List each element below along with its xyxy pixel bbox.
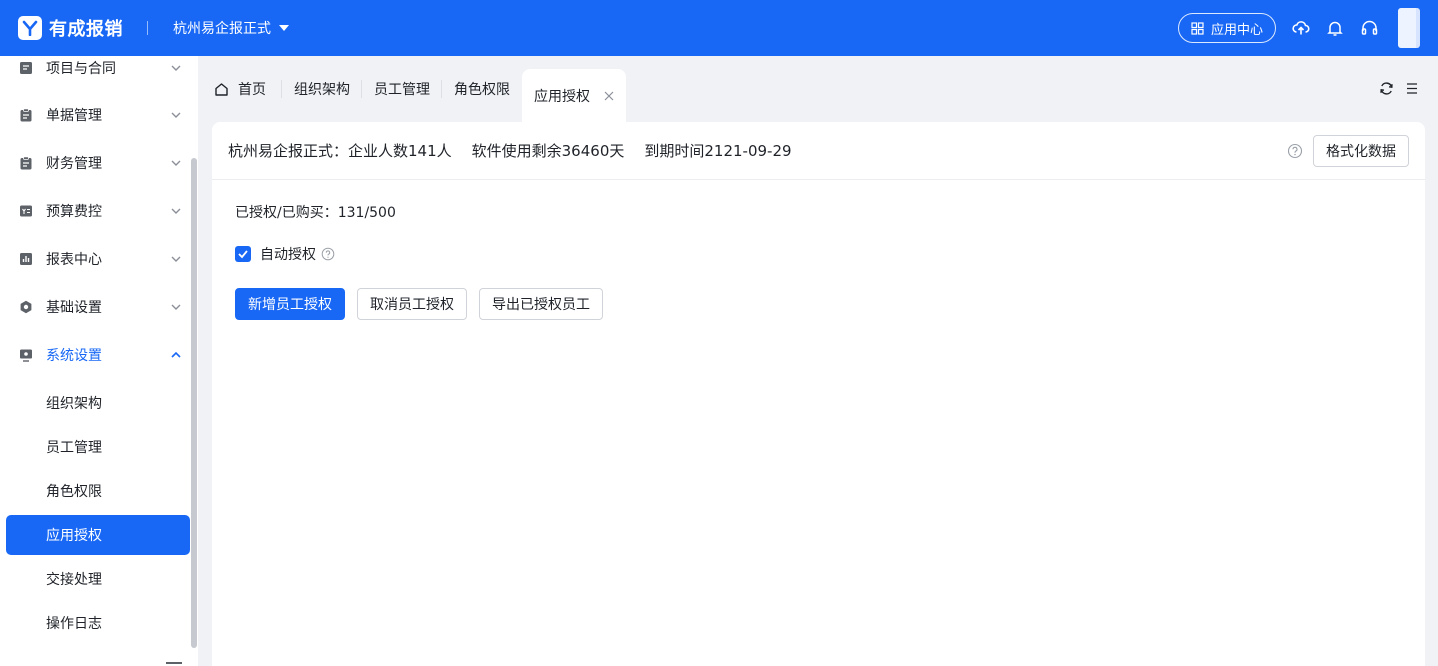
tab-label: 员工管理 [374, 82, 430, 98]
license-summary: 杭州易企报正式：企业人数141人 软件使用剩余36460天 到期时间2121-0… [228, 140, 812, 161]
chevron-down-icon [171, 304, 181, 310]
export-authorized-employees-button[interactable]: 导出已授权员工 [479, 288, 603, 320]
tab-divider [281, 80, 282, 98]
sidebar: 项目与合同 单据管理 财务管理 预算费控 报表中心 基础设置 系统设置 组织架构… [0, 56, 198, 666]
remaining-days: 软件使用剩余36460天 [471, 142, 625, 160]
caret-down-icon [279, 25, 289, 31]
sidebar-item-label: 系统设置 [46, 348, 102, 364]
logo-icon [18, 16, 42, 40]
header-divider [147, 21, 148, 35]
tab-label: 组织架构 [294, 82, 350, 98]
tab-app-authorization[interactable]: 应用授权 [522, 69, 626, 122]
panel-header: 杭州易企报正式：企业人数141人 软件使用剩余36460天 到期时间2121-0… [212, 122, 1425, 180]
cancel-employee-authorization-button[interactable]: 取消员工授权 [357, 288, 467, 320]
help-icon[interactable] [321, 247, 335, 261]
contract-icon [19, 61, 33, 75]
authorized-purchased-count: 已授权/已购买：131/500 [235, 205, 396, 221]
sidebar-item-reports[interactable]: 报表中心 [0, 239, 190, 279]
tab-divider [441, 80, 442, 98]
logo[interactable]: 有成报销 [18, 15, 123, 41]
close-icon[interactable] [604, 91, 614, 101]
brand-name: 有成报销 [49, 19, 123, 40]
tab-employee-mgmt[interactable]: 员工管理 [374, 69, 430, 109]
sidebar-item-label: 项目与合同 [46, 61, 116, 77]
headset-icon[interactable] [1360, 19, 1378, 37]
avatar[interactable] [1398, 8, 1420, 48]
company-switcher[interactable]: 杭州易企报正式 [173, 18, 289, 38]
sidebar-item-label: 单据管理 [46, 108, 102, 124]
auto-authorize-row: 自动授权 [235, 244, 335, 264]
chevron-down-icon [171, 256, 181, 262]
sidebar-subitem-app-authorization[interactable]: 应用授权 [6, 515, 190, 555]
app-authorization-panel: 杭州易企报正式：企业人数141人 软件使用剩余36460天 到期时间2121-0… [212, 122, 1425, 666]
menu-icon[interactable] [1404, 80, 1420, 96]
action-buttons: 新增员工授权 取消员工授权 导出已授权员工 [235, 288, 615, 320]
chevron-up-icon [171, 351, 181, 358]
sidebar-item-label: 报表中心 [46, 252, 102, 268]
app-center-label: 应用中心 [1210, 22, 1263, 38]
home-icon [215, 82, 228, 96]
tab-divider [361, 80, 362, 98]
chart-icon [19, 252, 33, 266]
company-name: 杭州易企报正式 [173, 21, 271, 37]
chevron-down-icon [171, 160, 181, 166]
sidebar-subitem-operation-log[interactable]: 操作日志 [6, 603, 190, 643]
monitor-icon [19, 348, 33, 362]
check-icon [238, 250, 248, 259]
sidebar-item-project-contract[interactable]: 项目与合同 [0, 56, 190, 88]
sidebar-item-finance[interactable]: 财务管理 [0, 143, 190, 183]
panel-body: 已授权/已购买：131/500 自动授权 新增员工授权 取消员工授权 导出已授权… [235, 202, 603, 320]
sidebar-item-documents[interactable]: 单据管理 [0, 95, 190, 135]
top-header: 有成报销 杭州易企报正式 应用中心 [0, 0, 1438, 56]
sidebar-subitem-employee-mgmt[interactable]: 员工管理 [6, 427, 190, 467]
app-center-button[interactable]: 应用中心 [1177, 13, 1276, 43]
add-employee-authorization-button[interactable]: 新增员工授权 [235, 288, 345, 320]
clipboard-icon [19, 156, 33, 170]
sidebar-subitem-handover[interactable]: 交接处理 [6, 559, 190, 599]
tab-org-structure[interactable]: 组织架构 [294, 69, 350, 109]
clipboard-icon [19, 108, 33, 122]
format-data-button[interactable]: 格式化数据 [1313, 135, 1409, 167]
grid-icon [1191, 21, 1204, 35]
company-headcount: 杭州易企报正式：企业人数141人 [228, 142, 452, 160]
auto-authorize-label[interactable]: 自动授权 [260, 244, 316, 264]
tab-role-permissions[interactable]: 角色权限 [454, 69, 510, 109]
sidebar-item-label: 财务管理 [46, 156, 102, 172]
sidebar-item-basic-settings[interactable]: 基础设置 [0, 287, 190, 327]
tab-label: 首页 [238, 82, 266, 98]
tab-label: 应用授权 [534, 88, 590, 105]
refresh-icon[interactable] [1378, 80, 1394, 96]
chevron-down-icon [171, 208, 181, 214]
gear-icon [19, 300, 33, 314]
sidebar-item-label: 预算费控 [46, 204, 102, 220]
sidebar-subitem-org-structure[interactable]: 组织架构 [6, 383, 190, 423]
chevron-down-icon [171, 112, 181, 118]
expire-date: 到期时间2121-09-29 [644, 142, 792, 160]
sidebar-item-label: 基础设置 [46, 300, 102, 316]
cloud-upload-icon[interactable] [1292, 19, 1310, 37]
collapse-handle[interactable] [166, 662, 182, 664]
chevron-down-icon [171, 65, 181, 71]
sidebar-item-system-settings[interactable]: 系统设置 [0, 335, 190, 375]
sidebar-item-budget[interactable]: 预算费控 [0, 191, 190, 231]
tab-bar: 首页 组织架构 员工管理 角色权限 应用授权 [198, 56, 1438, 122]
tab-home[interactable]: 首页 [214, 69, 266, 109]
help-icon[interactable] [1287, 143, 1303, 159]
auto-authorize-checkbox[interactable] [235, 246, 251, 262]
sidebar-scrollbar[interactable] [191, 158, 197, 648]
budget-icon [19, 204, 33, 218]
sidebar-subitem-role-permissions[interactable]: 角色权限 [6, 471, 190, 511]
tab-label: 角色权限 [454, 82, 510, 98]
bell-icon[interactable] [1326, 19, 1344, 37]
